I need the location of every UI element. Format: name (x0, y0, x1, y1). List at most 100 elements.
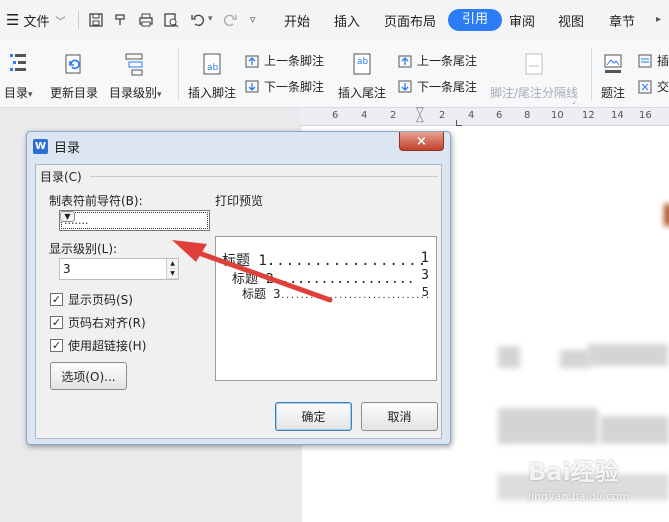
checkmark-icon: ✓ (50, 316, 63, 329)
dialog-launcher-icon[interactable]: ⌟ (572, 96, 576, 105)
tab-start[interactable]: 开始 (284, 11, 310, 30)
show-levels-value: 3 (63, 262, 71, 276)
hamburger-icon: ☰ (6, 11, 20, 29)
top-tab-bar: ☰ 文件 ﹀ ▾ ▿ 开始 插入 页面布局 引用 审阅 视图 章节 ▸ (0, 0, 669, 40)
ruler-tick: 4 (361, 110, 368, 121)
preview-line-level-1: 标题 1................. 1 (222, 250, 429, 269)
chevron-down-icon[interactable]: ▼ (60, 211, 75, 222)
prev-endnote-button[interactable]: 上一条尾注 (397, 52, 477, 69)
close-button[interactable]: × (399, 132, 444, 151)
ruler-tick: 4 (468, 110, 475, 121)
watermark: Bai经验 jingyan.baidu.com (528, 452, 658, 512)
print-icon[interactable] (138, 12, 154, 28)
undo-icon[interactable] (190, 12, 206, 28)
prev-footnote-label: 上一条脚注 (264, 54, 325, 68)
ruler-tick: 8 (524, 110, 531, 121)
toc-button[interactable]: 目录▾ (4, 48, 33, 101)
ruler-tick: 6 (332, 110, 339, 121)
next-endnote-label: 下一条尾注 (417, 80, 478, 94)
tab-leader-label: 制表符前导符(B): (49, 194, 143, 208)
insert-table-of-figures-button[interactable]: 插 (637, 52, 669, 69)
ruler-tick: 10 (551, 110, 564, 121)
show-page-numbers-checkbox[interactable]: ✓ 显示页码(S) (50, 291, 133, 308)
toc-level-button[interactable]: 目录级别▾ (109, 48, 162, 101)
print-preview-label: 打印预览 (215, 194, 264, 208)
table-of-figures-icon (637, 53, 653, 69)
footnote-separator-button[interactable]: 脚注/尾注分隔线 (490, 48, 578, 101)
next-footnote-icon (244, 79, 260, 95)
insert-table-of-figures-label: 插 (657, 54, 669, 68)
tab-page-layout[interactable]: 页面布局 (384, 11, 436, 30)
tab-view[interactable]: 视图 (558, 11, 584, 30)
show-levels-stepper[interactable]: 3 ▲ ▼ (59, 258, 179, 280)
insert-footnote-label: 插入脚注 (188, 86, 237, 100)
cancel-button[interactable]: 取消 (361, 402, 438, 431)
tab-insert[interactable]: 插入 (334, 11, 360, 30)
format-painter-icon[interactable] (113, 12, 129, 28)
update-toc-label: 更新目录 (50, 86, 99, 100)
undo-dropdown-icon[interactable]: ▾ (208, 14, 213, 24)
blurred-content (560, 350, 590, 368)
ruler-tick: 16 (639, 110, 652, 121)
footnote-separator-label: 脚注/尾注分隔线 (490, 86, 579, 100)
preview-heading-text: 标题 1 (222, 253, 267, 269)
toc-level-label: 目录级别 (109, 86, 158, 100)
horizontal-ruler[interactable]: 6 4 2 2 4 6 8 10 12 14 16 ▽ △ (300, 107, 669, 126)
preview-page-number: 3 (421, 268, 429, 283)
tab-leader-value: ....... (61, 212, 208, 229)
file-menu-button[interactable]: ☰ 文件 ﹀ (6, 11, 65, 31)
preview-heading-text: 标题 3 (242, 287, 281, 301)
use-hyperlinks-checkbox[interactable]: ✓ 使用超链接(H) (50, 337, 146, 354)
ribbon-divider (591, 48, 592, 100)
tab-chapter[interactable]: 章节 (609, 11, 635, 30)
next-footnote-button[interactable]: 下一条脚注 (244, 78, 324, 95)
update-toc-button[interactable]: 更新目录 (50, 48, 98, 101)
checkbox-label: 使用超链接(H) (68, 339, 147, 353)
ruler-tick: 12 (582, 110, 595, 121)
ruler-tick: 2 (390, 110, 397, 121)
checkmark-icon: ✓ (50, 339, 63, 352)
blurred-content (588, 344, 668, 366)
blurred-content (600, 416, 669, 444)
print-preview-box: 标题 1................. 1 标题 2............… (215, 236, 437, 381)
tab-leader-select[interactable]: ....... ▼ (59, 210, 210, 231)
dialog-titlebar[interactable]: W 目录 (33, 137, 80, 156)
show-levels-label: 显示级别(L): (49, 242, 118, 256)
preview-page-number: 5 (421, 285, 429, 299)
prev-footnote-button[interactable]: 上一条脚注 (244, 52, 324, 69)
redo-icon[interactable] (222, 12, 238, 28)
save-icon[interactable] (88, 12, 104, 28)
ruler-tick: 6 (496, 110, 503, 121)
spin-down-icon[interactable]: ▼ (167, 269, 178, 279)
checkmark-icon: ✓ (50, 293, 63, 306)
toc-group-label: 目录(C) (40, 170, 82, 184)
more-tabs-icon[interactable]: ▸ (656, 14, 661, 25)
next-endnote-button[interactable]: 下一条尾注 (397, 78, 477, 95)
customize-toolbar-icon[interactable]: ▿ (250, 13, 256, 26)
watermark-url: jingyan.baidu.com (528, 490, 630, 503)
options-button[interactable]: 选项(O)... (50, 362, 127, 390)
next-endnote-icon (397, 79, 413, 95)
cross-reference-icon (637, 79, 653, 95)
caption-button[interactable]: 题注 (600, 48, 626, 101)
cross-reference-button[interactable]: 交 (637, 78, 669, 95)
ribbon-divider (178, 48, 179, 100)
print-preview-icon[interactable] (163, 12, 179, 28)
ribbon: 目录▾ 更新目录 目录级别▾ ab 插入脚注 上一条脚注 下一条脚注 ab 插入… (0, 40, 669, 108)
ok-button[interactable]: 确定 (275, 402, 352, 431)
separator-line-icon (521, 48, 547, 76)
cross-reference-label: 交 (657, 80, 669, 94)
prev-endnote-icon (397, 53, 413, 69)
spin-up-icon[interactable]: ▲ (167, 259, 178, 269)
right-align-page-numbers-checkbox[interactable]: ✓ 页码右对齐(R) (50, 314, 146, 331)
tab-references[interactable]: 引用 (448, 9, 503, 31)
toc-dialog: W 目录 × 目录(C) 制表符前导符(B): ....... ▼ 显示级别(L… (26, 131, 451, 445)
tab-review[interactable]: 审阅 (509, 11, 535, 30)
insert-footnote-button[interactable]: ab 插入脚注 (188, 48, 236, 101)
insert-endnote-button[interactable]: ab 插入尾注 (338, 48, 386, 101)
next-footnote-label: 下一条脚注 (264, 80, 325, 94)
group-divider (90, 176, 438, 177)
checkbox-label: 页码右对齐(R) (68, 316, 146, 330)
blurred-content (498, 346, 520, 368)
indent-marker-icon[interactable]: ▽ △ (416, 107, 425, 124)
